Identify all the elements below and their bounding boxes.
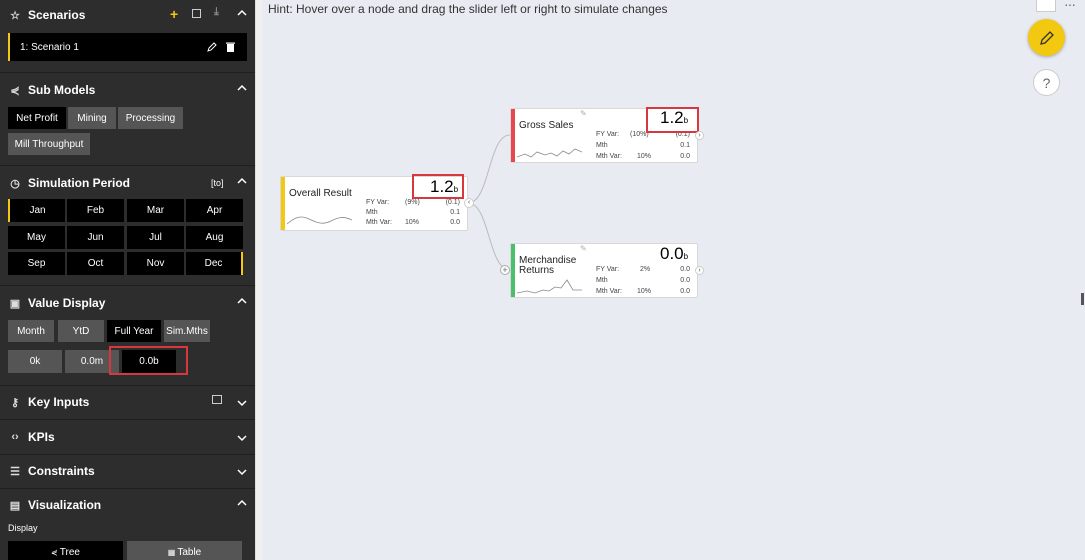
help-icon: ? [1042, 74, 1051, 91]
node-edit-icon[interactable]: ✎ [580, 244, 587, 253]
gross-sales-value-highlight: 1.2b [660, 108, 689, 127]
highlight-box [412, 174, 464, 199]
sparkline [517, 148, 582, 158]
sparkline [287, 216, 352, 225]
node-title: Gross Sales [519, 120, 574, 131]
mth-value: 0.1 [450, 209, 460, 216]
node-edit-icon[interactable]: ✎ [580, 109, 587, 118]
node-color-bar [511, 109, 515, 162]
mth-var-label: Mth Var: [366, 219, 392, 226]
pencil-icon [1039, 30, 1054, 45]
mth-value: 0.1 [680, 142, 690, 149]
mth-var-value: 0.0 [450, 219, 460, 226]
sparkline [517, 279, 582, 294]
node-title: Overall Result [289, 188, 352, 199]
mth-var-pct: 10% [637, 288, 652, 295]
pencil-button[interactable] [1028, 19, 1065, 56]
more-options-icon[interactable]: ··· [1064, 0, 1076, 12]
focus-mode-icon[interactable] [1036, 0, 1056, 12]
mth-var-label: Mth Var: [596, 153, 622, 160]
node-color-bar [281, 177, 285, 230]
fy-var-pct: 2% [640, 266, 651, 273]
mth-var-value: 0.0 [680, 288, 690, 295]
mth-var-pct: 10% [637, 153, 652, 160]
mth-var-label: Mth Var: [596, 288, 622, 295]
expand-toggle-icon[interactable]: › [695, 266, 704, 275]
mth-label: Mth [596, 277, 608, 284]
node-title-line2: Returns [519, 265, 555, 276]
mth-var-value: 0.0 [680, 153, 690, 160]
node-color-bar [511, 244, 515, 297]
node-value: 0.0b [660, 244, 689, 263]
collapse-toggle-icon[interactable]: ‹ [464, 198, 474, 208]
mth-var-pct: 10% [405, 219, 420, 226]
resize-handle[interactable] [1081, 293, 1084, 305]
mth-label: Mth [596, 142, 608, 149]
mth-label: Mth [366, 209, 378, 216]
fy-var-pct: (9%) [405, 199, 420, 206]
mth-value: 0.0 [680, 277, 690, 284]
help-button[interactable]: ? [1033, 69, 1060, 96]
fy-var-label: FY Var: [596, 131, 620, 138]
expand-toggle-icon[interactable]: › [695, 131, 704, 140]
add-node-icon[interactable]: + [500, 265, 510, 275]
fy-var-value: (0.1) [445, 199, 460, 206]
fy-var-label: FY Var: [366, 199, 390, 206]
fy-var-value: 0.0 [680, 266, 690, 273]
fy-var-label: FY Var: [596, 266, 620, 273]
node-merchandise-returns[interactable]: Merchandise Returns 0.0b FY Var: 2% 0.0 … [510, 243, 698, 298]
